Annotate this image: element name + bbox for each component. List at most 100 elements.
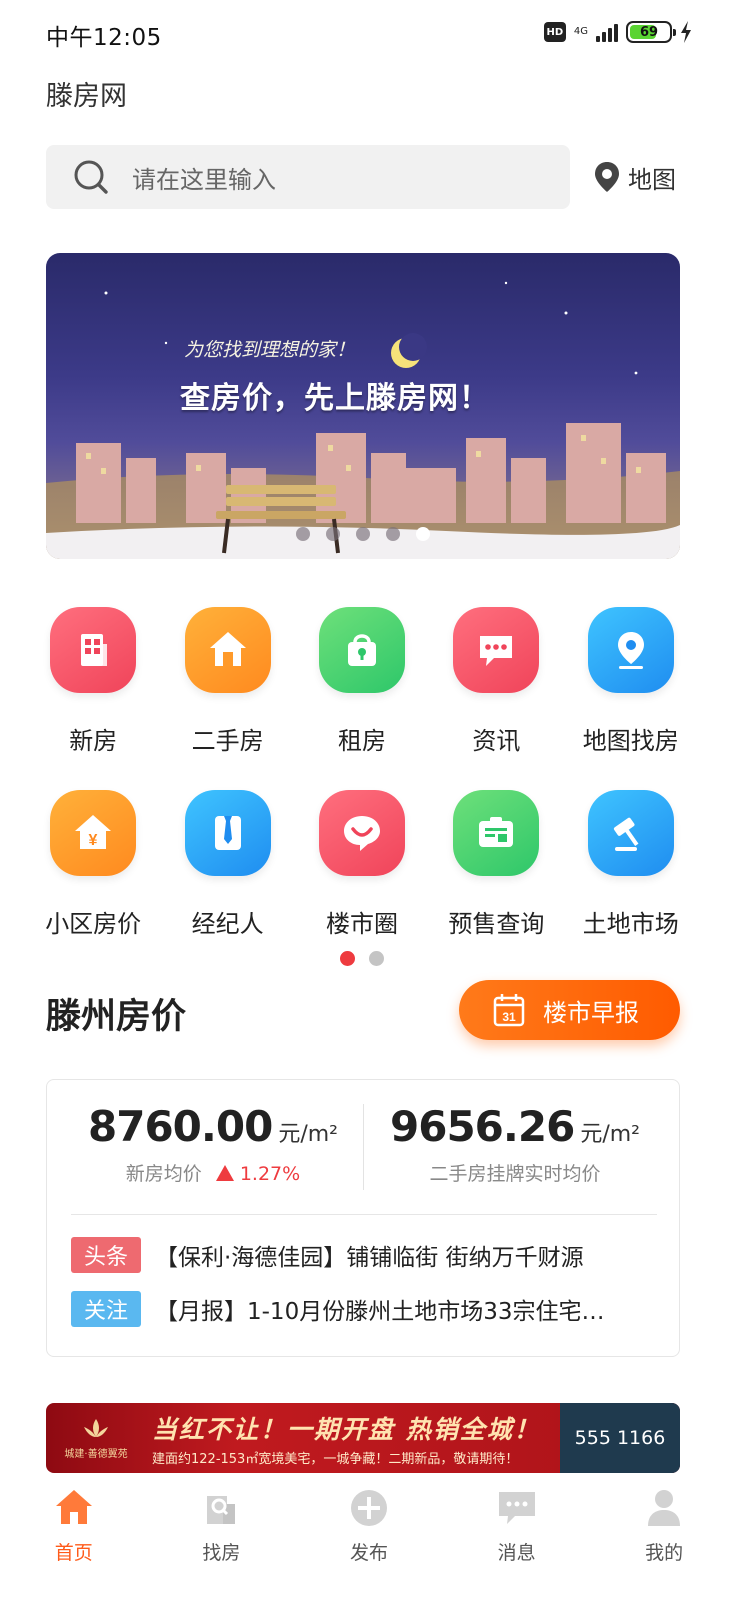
status-icons: HD 4G 69	[543, 20, 692, 44]
lotus-logo-icon	[84, 1418, 108, 1437]
network-type: 4G	[573, 26, 588, 37]
status-bar: 中午12:05 HD 4G 69	[0, 0, 738, 62]
search-input[interactable]: 请在这里输入	[46, 145, 570, 209]
category-chat[interactable]: 资讯	[429, 607, 563, 756]
second-price-caption: 二手房挂牌实时均价	[429, 1163, 601, 1185]
battery-icon: 69	[626, 21, 676, 43]
grid-pagination	[340, 951, 384, 966]
category-grid-row-1: 新房 二手房 租房 资讯 地图找房	[26, 607, 698, 756]
chat-icon	[453, 607, 540, 693]
category-label: 土地市场	[582, 910, 679, 938]
hd-icon: HD	[543, 22, 566, 42]
search-icon	[74, 160, 108, 194]
location-pin-icon	[595, 162, 619, 192]
ad-brand: 城建·善德翼苑	[64, 1448, 128, 1460]
new-house-price[interactable]: 8760.00 元/m² 新房均价 1.27%	[63, 1102, 363, 1186]
tab-label: 找房	[202, 1542, 241, 1564]
person-icon	[642, 1486, 686, 1534]
category-building[interactable]: 新房	[26, 607, 160, 756]
bottom-tab-bar: 首页 找房 发布 消息 我的	[0, 1480, 738, 1600]
page-dot	[340, 951, 355, 966]
category-map-pin[interactable]: 地图找房	[564, 607, 698, 756]
battery-level: 69	[639, 24, 659, 40]
svg-text:¥: ¥	[89, 832, 98, 849]
tab-label: 我的	[645, 1542, 684, 1564]
ad-banner[interactable]: 城建·善德翼苑 当红不让！一期开盘 热销全城！ 建面约122-153㎡宽境美宅，…	[46, 1403, 680, 1473]
new-price-change: 1.27%	[239, 1163, 301, 1185]
category-lock-bag[interactable]: 租房	[295, 607, 429, 756]
tab-person[interactable]: 我的	[590, 1480, 738, 1600]
promo-banner[interactable]: 为您找到理想的家！ 查房价，先上滕房网！	[46, 253, 680, 559]
category-yuan-house[interactable]: ¥ 小区房价	[26, 790, 160, 939]
tab-message[interactable]: 消息	[443, 1480, 591, 1600]
map-label: 地图	[628, 165, 676, 194]
second-hand-price[interactable]: 9656.26 元/m² 二手房挂牌实时均价	[365, 1102, 665, 1186]
news-item[interactable]: 头条 【保利·海德佳园】铺铺临街 街纳万千财源	[71, 1237, 661, 1273]
banner-dot	[416, 527, 430, 541]
calendar-icon: 31	[493, 994, 525, 1027]
category-label: 租房	[337, 727, 386, 755]
category-label: 经纪人	[191, 910, 264, 938]
lock-bag-icon	[318, 607, 405, 693]
category-smile-chat[interactable]: 楼市圈	[295, 790, 429, 939]
tab-find-house[interactable]: 找房	[148, 1480, 296, 1600]
trend-up-icon	[215, 1165, 234, 1181]
ticket-icon	[453, 790, 540, 876]
category-label: 预售查询	[448, 910, 545, 938]
signal-icon	[596, 22, 618, 42]
category-label: 二手房	[191, 727, 264, 755]
banner-dot	[326, 527, 340, 541]
second-price-unit: 元/m²	[580, 1122, 640, 1147]
tab-plus-circle[interactable]: 发布	[295, 1480, 443, 1600]
divider	[363, 1104, 364, 1190]
banner-subtitle: 为您找到理想的家！	[184, 339, 356, 361]
banner-pagination	[296, 527, 430, 541]
news-title: 【月报】1-10月份滕州土地市场33宗住宅…	[155, 1299, 605, 1325]
category-label: 新房	[69, 727, 118, 755]
price-card: 8760.00 元/m² 新房均价 1.27% 9656.26 元/m² 二手房挂牌…	[46, 1079, 680, 1357]
tab-label: 首页	[54, 1542, 93, 1564]
map-button[interactable]: 地图	[594, 155, 676, 199]
message-icon	[495, 1486, 539, 1534]
ad-phone: 555 1166	[560, 1403, 680, 1473]
category-label: 小区房价	[45, 910, 142, 938]
home-icon	[52, 1486, 96, 1534]
focus-tag: 关注	[71, 1291, 141, 1327]
category-gavel[interactable]: 土地市场	[564, 790, 698, 939]
gavel-icon	[587, 790, 674, 876]
category-ticket[interactable]: 预售查询	[429, 790, 563, 939]
new-price-unit: 元/m²	[278, 1122, 338, 1147]
yuan-house-icon: ¥	[50, 790, 137, 876]
plus-circle-icon	[347, 1486, 391, 1534]
new-price-value: 8760.00	[88, 1102, 273, 1151]
banner-headline: 查房价，先上滕房网！	[180, 381, 490, 416]
market-report-button[interactable]: 31 楼市早报	[459, 980, 680, 1040]
search-placeholder: 请在这里输入	[132, 165, 276, 194]
banner-dot	[356, 527, 370, 541]
ad-logo: 城建·善德翼苑	[46, 1403, 146, 1473]
market-report-label: 楼市早报	[543, 998, 639, 1027]
ad-headline: 当红不让！一期开盘 热销全城！	[152, 1414, 541, 1444]
status-time: 中午12:05	[46, 25, 162, 51]
headline-tag: 头条	[71, 1237, 141, 1273]
section-title: 滕州房价	[46, 997, 187, 1037]
app-title: 滕房网	[46, 81, 127, 112]
banner-dot	[296, 527, 310, 541]
divider	[71, 1214, 657, 1215]
map-pin-icon	[587, 607, 674, 693]
tie-icon	[184, 790, 271, 876]
news-title: 【保利·海德佳园】铺铺临街 街纳万千财源	[155, 1245, 584, 1271]
building-icon	[50, 607, 137, 693]
charging-icon	[681, 21, 691, 43]
tab-home[interactable]: 首页	[0, 1480, 148, 1600]
find-house-icon	[199, 1486, 243, 1534]
category-tie[interactable]: 经纪人	[160, 790, 294, 939]
tab-label: 发布	[349, 1542, 388, 1564]
ad-subtext: 建面约122-153㎡宽境美宅，一城争藏！二期新品，敬请期待！	[152, 1451, 519, 1467]
news-item[interactable]: 关注 【月报】1-10月份滕州土地市场33宗住宅…	[71, 1291, 661, 1327]
smile-chat-icon	[318, 790, 405, 876]
category-house[interactable]: 二手房	[160, 607, 294, 756]
house-icon	[184, 607, 271, 693]
second-price-value: 9656.26	[390, 1102, 575, 1151]
banner-dot	[386, 527, 400, 541]
